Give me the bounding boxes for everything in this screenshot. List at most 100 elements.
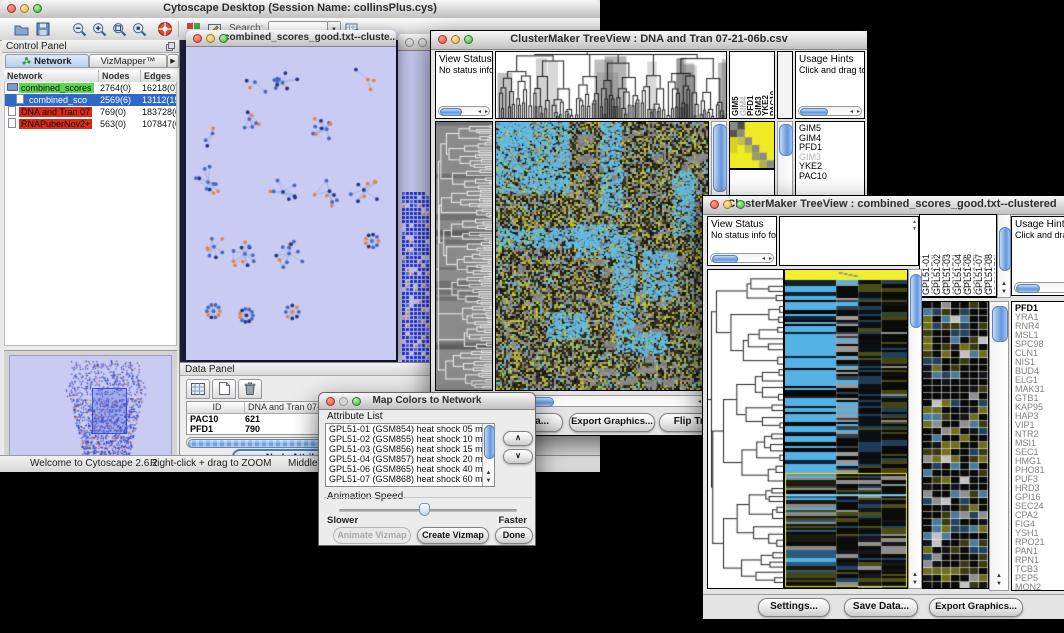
column-label[interactable]: GPL51-06 (GSM865) [964,217,975,295]
done-button[interactable]: Done [495,527,533,544]
global-heatmap-canvas[interactable] [496,122,708,390]
usage-hints-scrollbar[interactable]: ◂ ▸ [798,106,862,116]
scroll-thumb[interactable] [779,124,793,156]
zoom-button[interactable] [352,397,361,406]
treeview2-titlebar[interactable]: ClusterMaker TreeView : combined_scores_… [703,196,1064,215]
gene-label[interactable]: MON2 [1012,583,1064,591]
column-dendrogram-canvas[interactable] [496,52,726,118]
scroll-up-arrow[interactable]: ▲ [483,470,494,477]
col-edges[interactable]: Edges [141,70,177,82]
close-button[interactable] [193,34,202,43]
scroll-thumb[interactable] [910,274,922,328]
scroll-up-arrow[interactable]: ▲ [998,281,1010,288]
row-dendrogram-canvas[interactable] [436,122,492,390]
node-attributes-icon[interactable] [186,379,210,399]
network-row-rnapubernov2[interactable]: RNAPuberNov2+ 563(0) 107847(0) [5,118,176,130]
minimize-button[interactable] [451,35,460,44]
col-network[interactable]: Network [4,70,99,82]
treeview1-titlebar[interactable]: ClusterMaker TreeView : DNA and Tran 07-… [431,31,867,50]
network-row-dna-and-tran[interactable]: DNA and Tran 07 769(0) 183728(0) [5,106,176,118]
col-nodes[interactable]: Nodes [99,70,141,82]
scroll-left-arrow[interactable]: ◂ [850,108,853,115]
scroll-left-arrow[interactable]: ◂ [762,255,765,262]
zoom-button[interactable] [464,35,473,44]
scroll-up-arrow[interactable]: ▲ [990,573,1008,580]
detail-vscrollbar[interactable]: ▲ ▼ [989,301,1009,591]
attribute-item[interactable]: GPL51-01 (GSM854) heat shock 05 min [326,424,494,434]
scroll-thumb[interactable] [484,425,495,459]
move-down-button[interactable]: ∨ [503,449,533,464]
zoom-button[interactable] [33,4,42,13]
view-status-scrollbar[interactable]: ◂ ▸ [438,106,490,116]
view-status-scrollbar[interactable]: ◂ ▸ [710,253,774,263]
column-label[interactable]: PFD1 [747,55,755,116]
tab-vizmapper[interactable]: VizMapper™ [89,54,167,68]
attribute-item[interactable]: GPL51-07 (GSM868) heat shock 60 min [326,474,494,484]
minimize-button[interactable] [339,397,348,406]
column-label[interactable]: PAC10 [770,55,774,116]
settings-button[interactable]: Settings... [758,598,830,617]
export-graphics-button[interactable]: Export Graphics... [569,413,655,432]
scroll-thumb[interactable] [713,124,727,192]
attribute-item[interactable]: GPL51-06 (GSM865) heat shock 40 min [326,464,494,474]
scroll-up-arrow[interactable]: ▲ [912,219,917,225]
dialog-titlebar[interactable]: Map Colors to Network [319,393,535,410]
scroll-thumb[interactable] [992,306,1008,342]
attribute-item[interactable]: GPL51-02 (GSM855) heat shock 10 min [326,434,494,444]
animate-vizmap-button[interactable]: Animate Vizmap [333,527,411,544]
scroll-right-arrow[interactable]: ▸ [769,255,772,262]
scroll-up-arrow[interactable]: ▲ [909,572,921,579]
move-up-button[interactable]: ∧ [503,431,533,446]
column-label[interactable]: GIM3 [755,55,763,116]
save-icon[interactable] [34,20,52,38]
zoom-button[interactable] [219,34,228,43]
scroll-thumb[interactable] [999,227,1011,271]
scroll-left-arrow[interactable]: ◂ [478,108,481,115]
usage-hints-scrollbar[interactable] [1014,282,1064,293]
network-window-titlebar[interactable]: combined_scores_good.txt--cluste... [186,30,396,47]
detail-heatmap-canvas[interactable] [923,302,988,588]
network-row-combined-sco-selected[interactable]: combined_sco 2569(6) 13112(15) [5,94,176,106]
id-column-header[interactable]: ID [187,402,245,413]
minimize-button[interactable] [723,200,732,209]
zoom-selected-icon[interactable] [130,20,148,38]
detail-heatmap-canvas[interactable] [730,122,774,168]
heatmap-vscrollbar[interactable]: ▲ ▼ [908,269,922,589]
scroll-right-arrow[interactable]: ▸ [485,108,488,115]
column-label[interactable]: GPL51-01 (GSM854) [922,217,933,295]
zoom-fit-icon[interactable] [110,20,128,38]
list-vscrollbar[interactable]: ▲ ▼ [482,424,494,486]
tab-network[interactable]: Network [5,54,89,68]
scroll-down-arrow[interactable]: ▼ [912,226,917,232]
row-dendrogram-canvas[interactable] [708,270,783,588]
column-label[interactable]: GIM4 [740,55,748,116]
close-button[interactable] [710,200,719,209]
close-button[interactable] [7,4,16,13]
help-lifebuoy-icon[interactable] [156,20,174,38]
scroll-thumb[interactable] [1016,284,1040,293]
network-canvas[interactable] [186,47,396,361]
create-vizmap-button[interactable]: Create Vizmap [417,527,489,544]
gene-label[interactable]: PAC10 [796,172,864,182]
scroll-left-arrow[interactable]: ◂ [698,398,701,405]
cytoscape-titlebar[interactable]: Cytoscape Desktop (Session Name: collins… [0,0,600,19]
scroll-thumb[interactable] [712,255,738,263]
column-label[interactable]: GPL51-02 (GSM855) [933,217,944,295]
zoom-button[interactable] [736,200,745,209]
column-label[interactable]: GPL51-03 (GSM856) [943,217,954,295]
scroll-thumb[interactable] [440,108,462,116]
new-document-icon[interactable] [212,379,236,399]
export-graphics-button[interactable]: Export Graphics... [929,598,1023,617]
close-button[interactable] [326,397,335,406]
minimize-button[interactable] [418,38,427,47]
trash-icon[interactable] [238,379,262,399]
scroll-down-arrow[interactable]: ▼ [990,581,1008,588]
close-button[interactable] [405,38,414,47]
column-label[interactable]: GPL51-08 (GSM872) [985,217,995,295]
zoom-in-icon[interactable] [90,20,108,38]
column-label[interactable]: GPL51-07 (GSM868) [975,217,986,295]
attribute-item[interactable]: GPL51-03 (GSM856) heat shock 15 min [326,444,494,454]
column-label[interactable]: GIM5 [732,55,740,116]
open-file-icon[interactable] [12,20,30,38]
speed-slider-thumb[interactable] [419,503,430,516]
